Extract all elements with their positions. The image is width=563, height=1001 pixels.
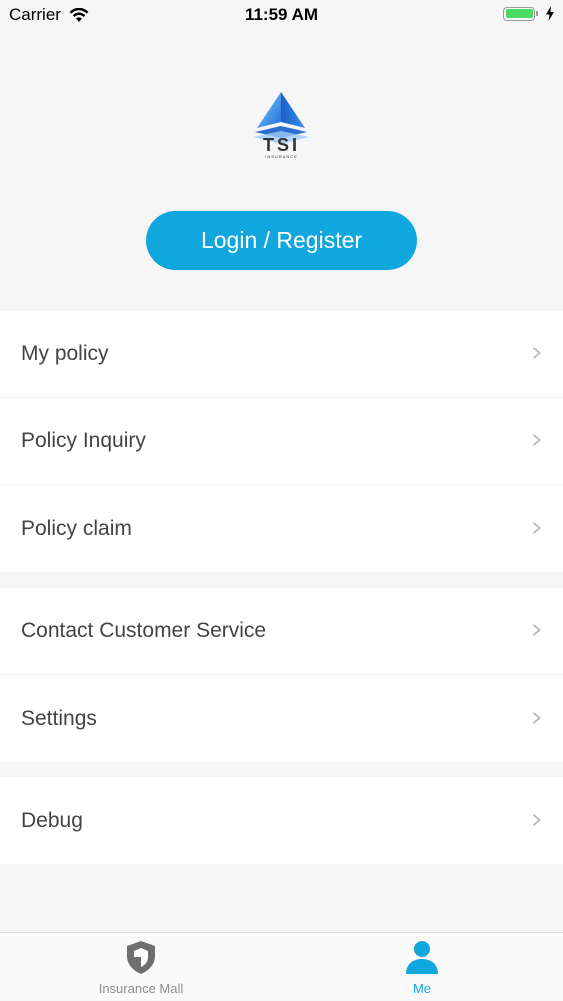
menu-item-label: Debug (21, 808, 83, 832)
chevron-right-icon (533, 711, 541, 724)
status-time: 11:59 AM (244, 5, 319, 24)
tab-insurance-mall[interactable]: Insurance Mall (0, 933, 282, 1001)
menu-group-support: Contact Customer Service Settings (0, 588, 563, 762)
menu-item-my-policy[interactable]: My policy (0, 311, 563, 398)
tab-label: Me (412, 981, 432, 996)
profile-header: TSI INSURANCE Login / Register (0, 30, 563, 311)
chevron-right-icon (533, 521, 541, 534)
chevron-right-icon (533, 813, 541, 826)
menu-group-policy: My policy Policy Inquiry Policy claim (0, 311, 563, 572)
menu-item-policy-claim[interactable]: Policy claim (0, 485, 563, 572)
logo-subtext: INSURANCE (265, 154, 298, 159)
logo-text: TSI (262, 135, 300, 155)
menu-item-label: Policy Inquiry (21, 429, 146, 452)
menu-group-debug: Debug (0, 777, 563, 864)
charging-bolt-icon (546, 6, 554, 21)
person-icon (406, 941, 438, 974)
battery-icon (503, 6, 538, 21)
menu-item-contact-customer-service[interactable]: Contact Customer Service (0, 588, 563, 675)
menu-item-label: Settings (21, 706, 97, 730)
menu-item-label: My policy (21, 342, 109, 365)
menu-item-label: Contact Customer Service (21, 619, 267, 642)
menu-item-policy-inquiry[interactable]: Policy Inquiry (0, 398, 563, 485)
chevron-right-icon (533, 434, 541, 446)
menu-item-label: Policy claim (21, 516, 132, 540)
chevron-right-icon (533, 347, 541, 359)
shield-icon (127, 941, 155, 974)
menu-item-debug[interactable]: Debug (0, 777, 563, 864)
chevron-right-icon (533, 624, 541, 636)
status-right (503, 6, 555, 21)
login-register-button[interactable]: Login / Register (146, 211, 417, 270)
tab-bar: Insurance Mall Me (0, 932, 563, 1000)
tab-label: Insurance Mall (98, 981, 184, 996)
menu-item-settings[interactable]: Settings (0, 675, 563, 762)
status-bar: Carrier 11:59 AM (0, 0, 563, 30)
tab-me[interactable]: Me (281, 933, 563, 1001)
